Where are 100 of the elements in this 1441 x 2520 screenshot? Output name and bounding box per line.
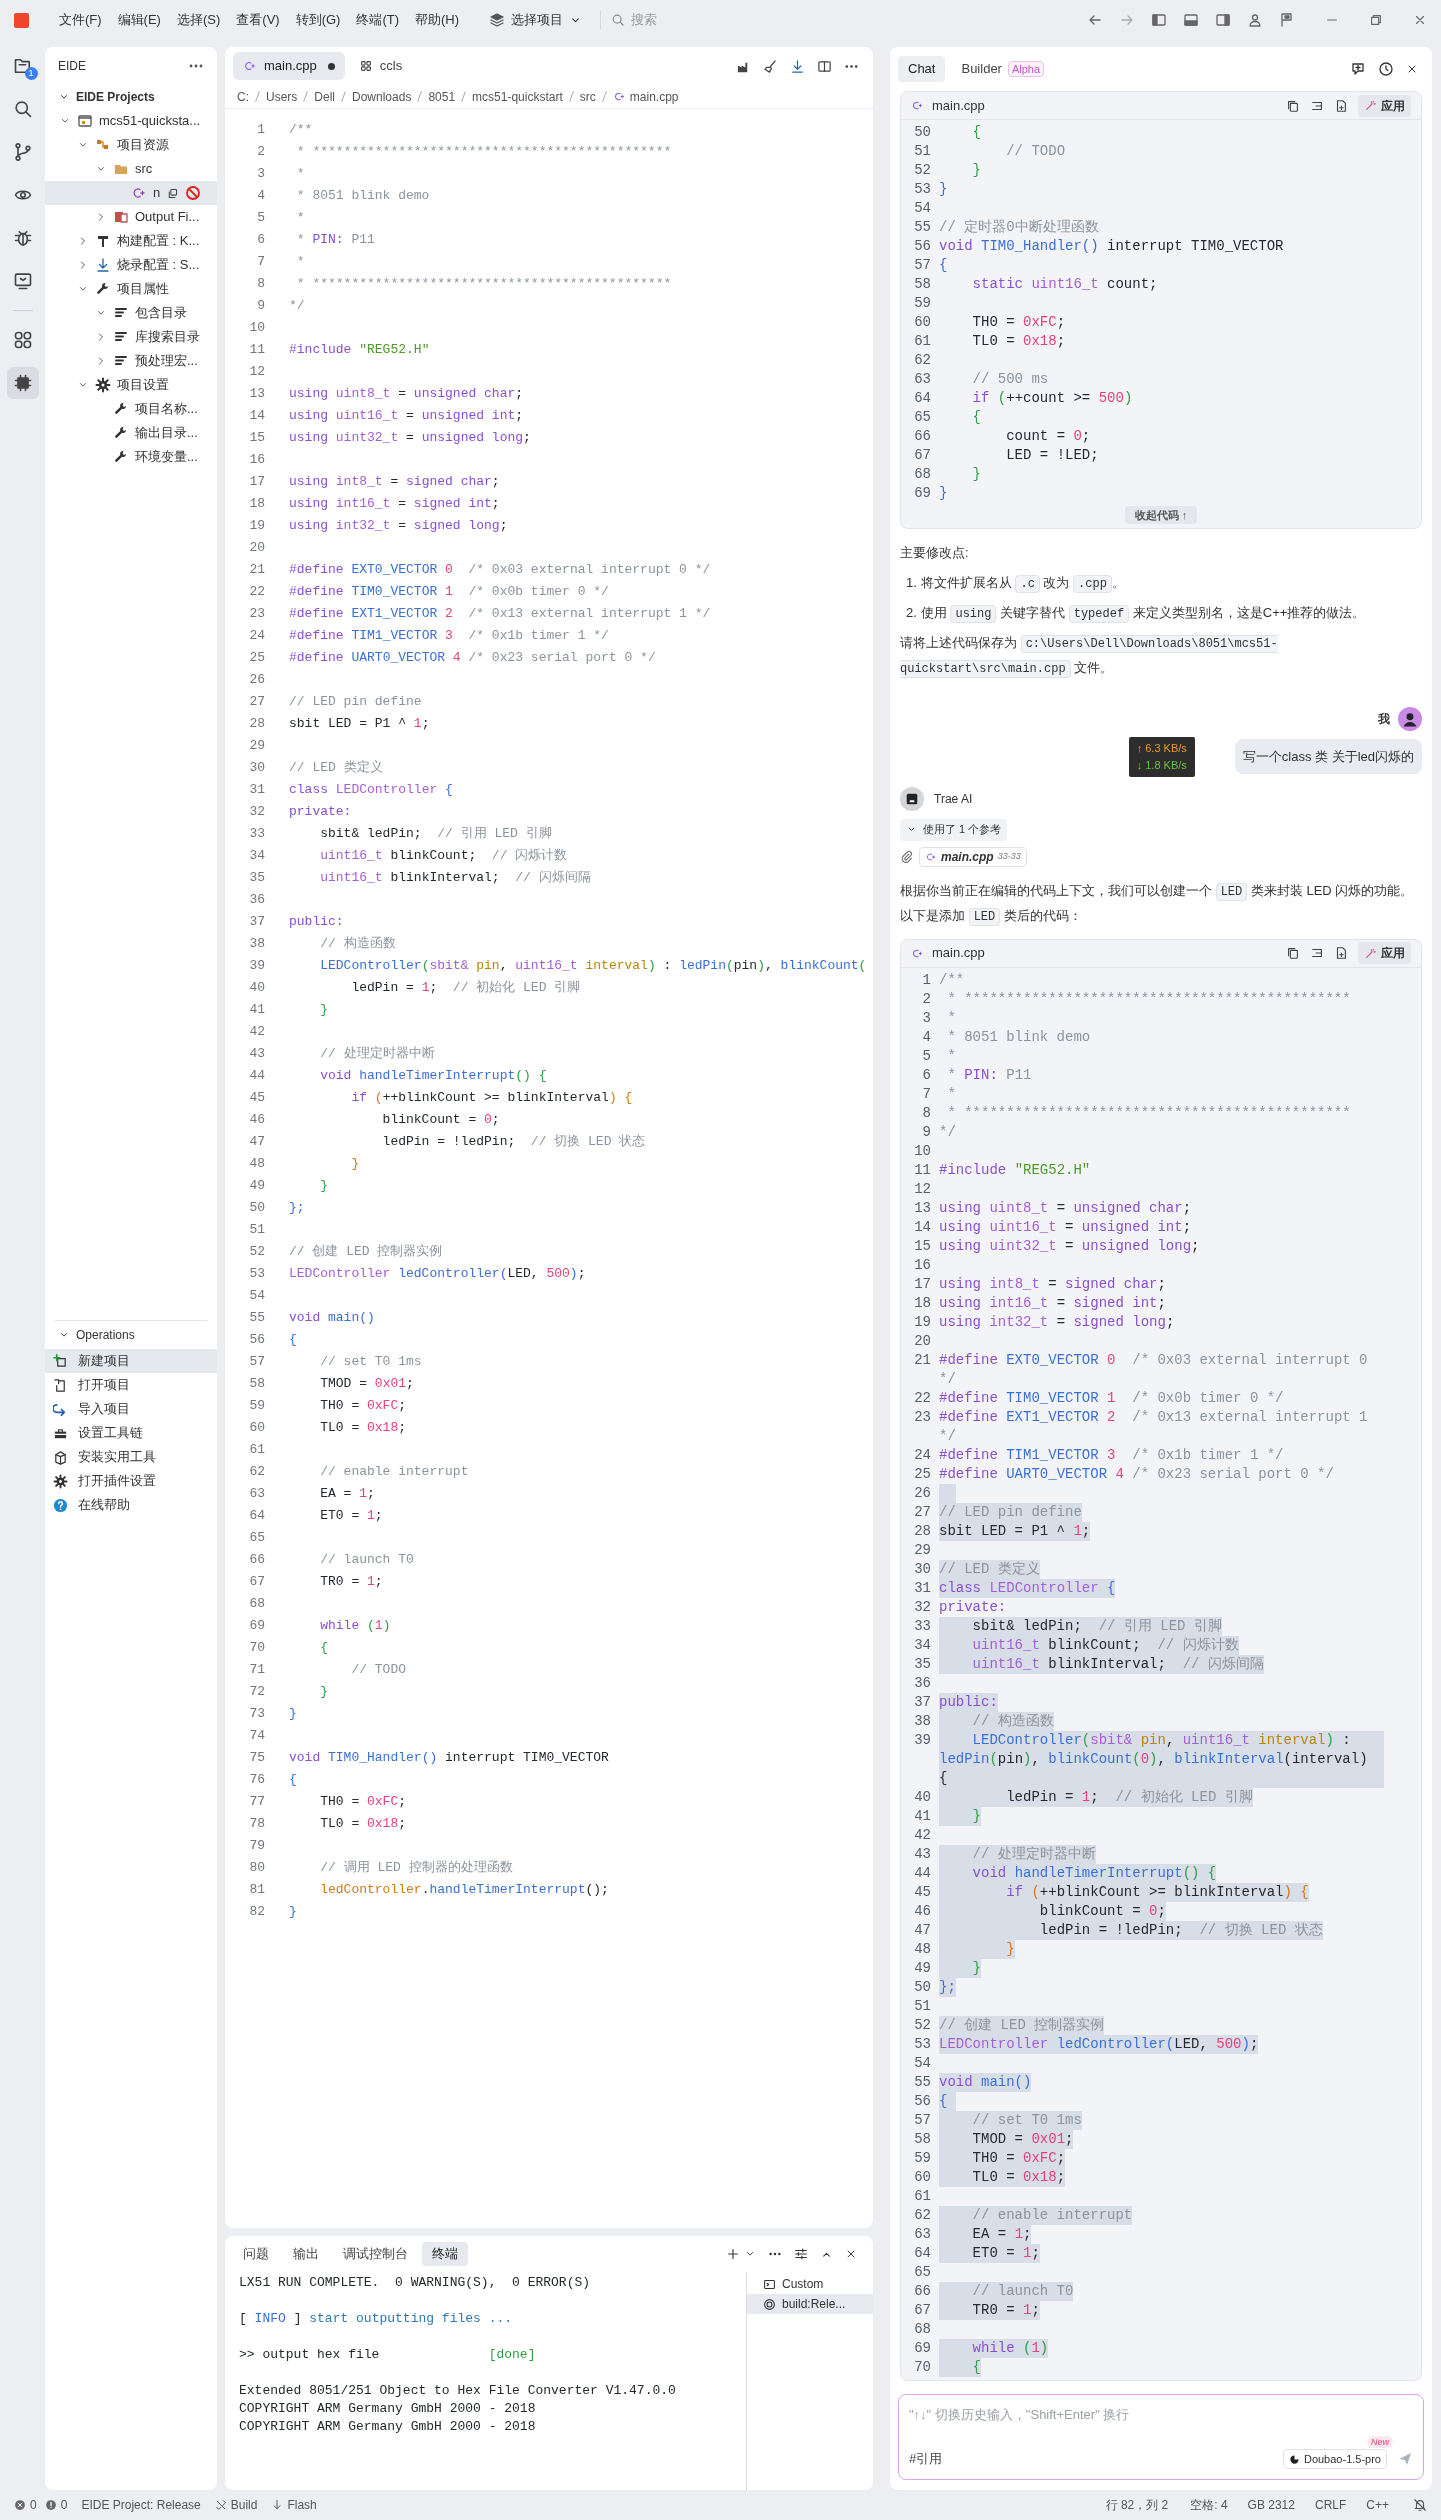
- line-number: 38: [248, 935, 265, 954]
- close-icon[interactable]: [1413, 13, 1427, 27]
- panel-layout-icon[interactable]: [1183, 12, 1199, 28]
- menu-item[interactable]: 文件(F): [51, 7, 110, 33]
- terminal-item[interactable]: Custom: [747, 2274, 873, 2294]
- language-status[interactable]: C++: [1366, 2496, 1389, 2514]
- menu-item[interactable]: 选择(S): [168, 7, 229, 33]
- breadcrumb-item[interactable]: mcs51-quickstart: [472, 87, 563, 106]
- code-line: // TODO: [350, 1661, 407, 1680]
- account-icon[interactable]: [1247, 12, 1263, 28]
- bell-icon[interactable]: [1413, 2498, 1427, 2512]
- apply-button[interactable]: 应用: [1358, 94, 1411, 117]
- list-item-text: 使用 using 关键字替代 typedef 来定义类型别名，这是C++推荐的做法。: [920, 603, 1366, 623]
- new-file-icon[interactable]: [1334, 98, 1348, 113]
- operation-item[interactable]: 导入项目: [45, 1397, 217, 1421]
- tree-item[interactable]: Output Fi...: [45, 205, 217, 229]
- breadcrumb-item[interactable]: C:: [237, 87, 249, 106]
- new-file-icon[interactable]: [1334, 946, 1348, 960]
- chat-tab[interactable]: Chat: [898, 56, 946, 82]
- right-panel-layout-icon[interactable]: [1215, 12, 1231, 28]
- encoding-status[interactable]: GB 2312: [1247, 2496, 1295, 2514]
- section-header[interactable]: Operations: [45, 1321, 217, 1349]
- split-editor-icon[interactable]: [817, 58, 832, 74]
- line-ending-status[interactable]: CRLF: [1314, 2496, 1347, 2514]
- breadcrumb-item[interactable]: 8051: [428, 87, 456, 106]
- panel-tab[interactable]: 输出: [283, 2242, 329, 2266]
- apply-button[interactable]: 应用: [1358, 942, 1411, 964]
- line-number: 79: [248, 1837, 265, 1856]
- sliders-icon[interactable]: [794, 2247, 808, 2261]
- tree-item[interactable]: src: [45, 157, 217, 181]
- operation-item[interactable]: 打开项目: [45, 1373, 217, 1397]
- panel-tab[interactable]: 问题: [233, 2242, 279, 2266]
- tree-item[interactable]: 项目设置: [45, 373, 217, 397]
- flag-icon[interactable]: [1279, 12, 1295, 28]
- chip-tab[interactable]: [6, 367, 39, 399]
- breadcrumb-item[interactable]: main.cpp: [612, 87, 679, 106]
- tree-item[interactable]: 库搜索目录: [45, 325, 217, 349]
- tree-item[interactable]: 预处理宏...: [45, 349, 217, 373]
- model-selector[interactable]: Doubao-1.5-pro: [1282, 2449, 1387, 2469]
- panel-tab[interactable]: 终端: [422, 2242, 468, 2266]
- indentation-status[interactable]: 空格: 4: [1190, 2496, 1228, 2514]
- tree-item[interactable]: 项目资源: [45, 133, 217, 157]
- menu-item[interactable]: 终端(T): [348, 7, 408, 33]
- line-number: 67: [913, 2300, 931, 2320]
- restore-icon[interactable]: [1369, 13, 1383, 27]
- editor-tab[interactable]: ccls: [348, 52, 413, 80]
- download-icon[interactable]: [790, 58, 805, 74]
- tree-item[interactable]: 输出目录...: [45, 421, 217, 445]
- chat-tab[interactable]: Builder Alpha: [951, 56, 1055, 82]
- files-tab[interactable]: 1: [6, 50, 39, 82]
- tree-item[interactable]: 烧录配置 : S...: [45, 253, 217, 277]
- tree-item[interactable]: 包含目录: [45, 301, 217, 325]
- collapse-code-button[interactable]: 收起代码 ↑: [1124, 506, 1198, 524]
- reference-chip[interactable]: main.cpp 33-33: [919, 846, 1027, 867]
- cursor-position[interactable]: 行 82，列 2: [1105, 2496, 1169, 2514]
- operation-item[interactable]: 新建项目: [45, 1349, 217, 1373]
- tree-item[interactable]: n: [45, 181, 217, 205]
- search-field[interactable]: 搜索: [631, 10, 892, 30]
- copy-icon[interactable]: [1286, 98, 1300, 113]
- menu-item[interactable]: 转到(G): [287, 7, 349, 33]
- section-header[interactable]: EIDE Projects: [45, 85, 217, 109]
- editor-tab[interactable]: main.cpp: [233, 52, 345, 80]
- line-number: 62: [913, 2205, 931, 2225]
- operation-item[interactable]: 在线帮助: [45, 1493, 217, 1517]
- tree-item[interactable]: mcs51-quicksta...: [45, 109, 217, 133]
- history-icon[interactable]: [1378, 61, 1394, 77]
- tree-item[interactable]: 项目属性: [45, 277, 217, 301]
- new-chat-icon[interactable]: [1350, 61, 1366, 77]
- flash-button[interactable]: Flash: [271, 2496, 317, 2514]
- breadcrumb-item[interactable]: src: [579, 87, 596, 106]
- menu-item[interactable]: 编辑(E): [109, 7, 169, 33]
- tree-item[interactable]: 环境变量...: [45, 445, 217, 469]
- sidebar-layout-icon[interactable]: [1151, 12, 1167, 28]
- close-icon[interactable]: [1406, 63, 1418, 75]
- add-icon[interactable]: [726, 2247, 740, 2261]
- problems-status[interactable]: 0 0: [14, 2496, 68, 2514]
- breadcrumb-item[interactable]: Dell: [314, 87, 335, 106]
- tree-item[interactable]: 项目名称...: [45, 397, 217, 421]
- breadcrumb-item[interactable]: Users: [266, 87, 298, 106]
- operation-item[interactable]: 打开插件设置: [45, 1469, 217, 1493]
- menu-item[interactable]: 查看(V): [228, 7, 288, 33]
- terminal-item[interactable]: build:Rele...: [747, 2294, 873, 2314]
- broom-icon[interactable]: [763, 58, 778, 74]
- breadcrumb-item[interactable]: Downloads: [352, 87, 412, 106]
- chat-input[interactable]: "↑↓" 切换历史输入，"Shift+Enter" 换行: [909, 2405, 1413, 2425]
- menu-item[interactable]: 帮助(H): [407, 7, 468, 33]
- build-button[interactable]: Build: [214, 2496, 258, 2514]
- copy-icon[interactable]: [1286, 946, 1300, 960]
- project-status[interactable]: EIDE Project: Release: [81, 2496, 201, 2514]
- insert-icon[interactable]: [1310, 946, 1324, 960]
- project-picker[interactable]: 选择项目: [481, 7, 591, 33]
- close-icon[interactable]: [845, 2248, 857, 2260]
- tree-item[interactable]: 构建配置 : K...: [45, 229, 217, 253]
- extensions-icon: [12, 330, 33, 350]
- monitor-icon: [12, 271, 33, 291]
- operation-item[interactable]: 设置工具链: [45, 1421, 217, 1445]
- panel-tab[interactable]: 调试控制台: [333, 2242, 418, 2266]
- references-toggle[interactable]: 使用了 1 个参考: [900, 818, 1008, 841]
- reference-button[interactable]: #引用: [909, 2449, 943, 2469]
- operation-item[interactable]: 安装实用工具: [45, 1445, 217, 1469]
